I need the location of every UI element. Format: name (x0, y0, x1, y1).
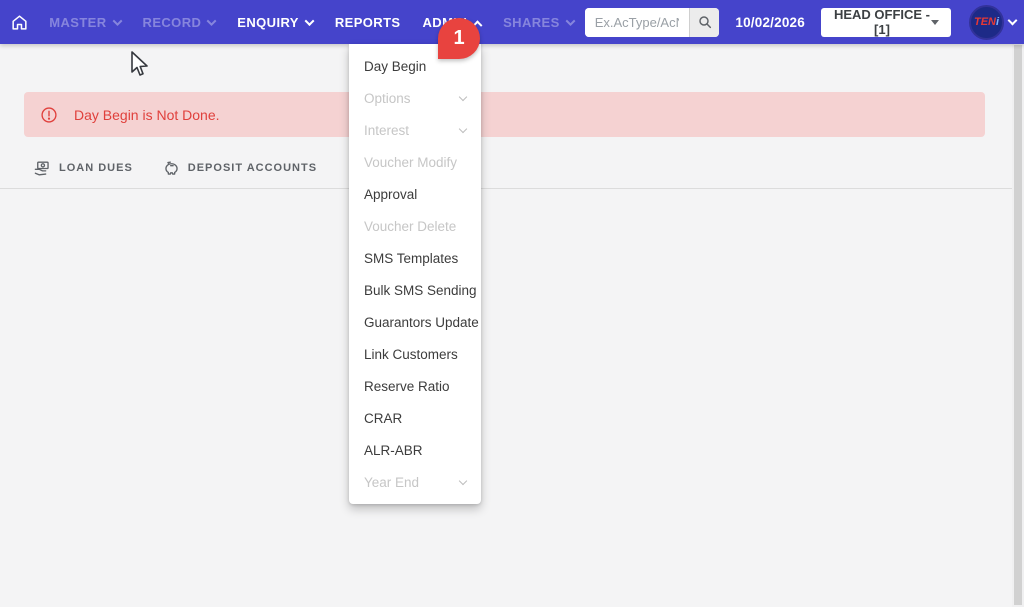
cash-hand-icon (33, 159, 52, 178)
menu-item-interest[interactable]: Interest (349, 114, 481, 146)
tab-loan-dues[interactable]: LOAN DUES (33, 159, 133, 178)
menu-item-voucher-modify[interactable]: Voucher Modify (349, 146, 481, 178)
nav-item-shares[interactable]: SHARES (492, 0, 585, 44)
piggy-bank-icon (162, 159, 181, 178)
nav-item-reports[interactable]: REPORTS (324, 0, 412, 44)
brand-logo-text: i (996, 16, 999, 28)
chevron-down-icon (459, 124, 467, 132)
search-icon (697, 14, 713, 30)
menu-item-label: SMS Templates (364, 251, 458, 266)
nav-item-label: RECORD (143, 15, 202, 30)
menu-item-label: Link Customers (364, 347, 458, 362)
menu-item-year-end[interactable]: Year End (349, 466, 481, 498)
menu-item-options[interactable]: Options (349, 82, 481, 114)
branch-selector-value: HEAD OFFICE -[1] (833, 7, 931, 37)
vertical-scrollbar-thumb[interactable] (1014, 45, 1022, 605)
admin-dropdown-menu: Day Begin Options Interest Voucher Modif… (349, 44, 481, 504)
nav-item-enquiry[interactable]: ENQUIRY (226, 0, 324, 44)
current-date: 10/02/2026 (735, 15, 805, 30)
menu-item-label: Options (364, 91, 411, 106)
brand-logo-text: TEN (974, 16, 996, 28)
menu-item-label: Day Begin (364, 59, 426, 74)
nav-item-label: ENQUIRY (237, 15, 299, 30)
menu-item-label: Bulk SMS Sending (364, 283, 477, 298)
menu-item-label: Approval (364, 187, 417, 202)
error-circle-icon (40, 106, 58, 124)
menu-item-alr-abr[interactable]: ALR-ABR (349, 434, 481, 466)
home-button[interactable] (0, 0, 38, 44)
tab-label: LOAN DUES (59, 162, 133, 174)
menu-item-label: Voucher Delete (364, 219, 456, 234)
app-logo-menu[interactable]: TEN i (969, 5, 1016, 40)
menu-item-label: ALR-ABR (364, 443, 423, 458)
chevron-down-icon (1008, 16, 1018, 26)
menu-item-label: CRAR (364, 411, 402, 426)
nav-item-label: REPORTS (335, 15, 401, 30)
chevron-down-icon (304, 16, 314, 26)
brand-logo: TEN i (969, 5, 1004, 40)
nav-item-master[interactable]: MASTER (38, 0, 131, 44)
search-button[interactable] (689, 8, 719, 37)
branch-selector[interactable]: HEAD OFFICE -[1] (821, 8, 951, 37)
home-icon (10, 13, 29, 32)
nav-item-record[interactable]: RECORD (132, 0, 227, 44)
alert-message: Day Begin is Not Done. (74, 107, 220, 123)
menu-item-sms-templates[interactable]: SMS Templates (349, 242, 481, 274)
dashboard-tabs: LOAN DUES DEPOSIT ACCOUNTS BI (0, 148, 1014, 189)
menu-item-approval[interactable]: Approval (349, 178, 481, 210)
nav-item-label: MASTER (49, 15, 106, 30)
menu-item-link-customers[interactable]: Link Customers (349, 338, 481, 370)
day-begin-alert: Day Begin is Not Done. (24, 92, 985, 137)
menu-item-voucher-delete[interactable]: Voucher Delete (349, 210, 481, 242)
chevron-down-icon (565, 16, 575, 26)
chevron-down-icon (112, 16, 122, 26)
menu-item-label: Reserve Ratio (364, 379, 450, 394)
chevron-down-icon (207, 16, 217, 26)
annotation-badge-number: 1 (453, 27, 464, 50)
tab-deposit-accounts[interactable]: DEPOSIT ACCOUNTS (162, 159, 317, 178)
menu-item-label: Guarantors Update (364, 315, 479, 330)
main-content: Day Begin is Not Done. LOAN DUES DEPOSIT… (0, 44, 1014, 189)
search-input[interactable] (585, 8, 690, 37)
chevron-down-icon (459, 476, 467, 484)
vertical-scrollbar-track[interactable] (1012, 44, 1024, 607)
nav-item-label: SHARES (503, 15, 560, 30)
menu-item-bulk-sms-sending[interactable]: Bulk SMS Sending (349, 274, 481, 306)
menu-item-crar[interactable]: CRAR (349, 402, 481, 434)
menu-item-guarantors-update[interactable]: Guarantors Update (349, 306, 481, 338)
menu-item-label: Year End (364, 475, 419, 490)
account-search (585, 8, 720, 37)
chevron-down-icon (459, 92, 467, 100)
top-navbar: MASTER RECORD ENQUIRY REPORTS ADMIN SHAR… (0, 0, 1024, 44)
menu-item-label: Interest (364, 123, 409, 138)
annotation-badge-1: 1 (438, 18, 480, 59)
caret-down-icon (931, 20, 939, 25)
tab-label: DEPOSIT ACCOUNTS (188, 162, 317, 174)
menu-item-label: Voucher Modify (364, 155, 457, 170)
menu-item-reserve-ratio[interactable]: Reserve Ratio (349, 370, 481, 402)
